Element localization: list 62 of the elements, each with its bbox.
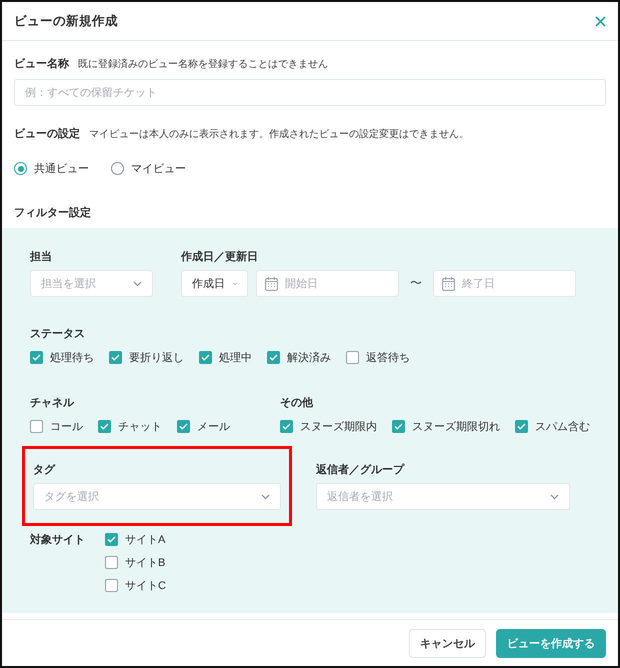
- checkbox[interactable]: [280, 420, 293, 433]
- checkbox[interactable]: [105, 579, 118, 592]
- radio-button[interactable]: [111, 162, 124, 175]
- chevron-down-icon: [133, 280, 142, 286]
- end-date-field[interactable]: 終了日: [433, 270, 576, 297]
- view-name-field[interactable]: 例：すべての保留チケット: [14, 79, 606, 106]
- checkbox-label: 処理待ち: [50, 351, 94, 365]
- radio-label: マイビュー: [131, 162, 186, 176]
- checkbox-label: スヌーズ期限内: [300, 420, 377, 434]
- range-separator: 〜: [410, 275, 422, 292]
- field-label: 担当: [30, 250, 53, 264]
- checkbox[interactable]: [30, 420, 43, 433]
- close-icon[interactable]: [595, 16, 606, 26]
- cancel-button[interactable]: キャンセル: [409, 628, 486, 658]
- checkbox-label: メール: [197, 420, 230, 434]
- field-label: 対象サイト: [30, 532, 85, 548]
- checkbox-label: 要折り返し: [129, 351, 184, 365]
- field-label: ビュー名称: [14, 56, 69, 71]
- chevron-down-icon: [261, 494, 270, 500]
- checkbox-label: チャット: [118, 420, 162, 434]
- chevron-down-icon: [550, 494, 559, 500]
- section-title: フィルター設定: [14, 206, 92, 220]
- checkbox-label: スパム含む: [535, 420, 590, 434]
- create-button[interactable]: ビューを作成する: [496, 628, 606, 658]
- field-label: ステータス: [30, 327, 86, 341]
- assignee-select[interactable]: 担当を選択: [30, 270, 153, 297]
- checkbox-label: コール: [50, 420, 83, 434]
- field-label: その他: [280, 396, 314, 410]
- field-label: 作成日／更新日: [181, 250, 259, 264]
- field-label: チャネル: [30, 396, 75, 410]
- checkbox[interactable]: [30, 351, 43, 364]
- field-label: タグ: [33, 463, 56, 477]
- checkbox[interactable]: [105, 533, 118, 546]
- checkbox[interactable]: [109, 351, 122, 364]
- radio-label: 共通ビュー: [34, 162, 89, 176]
- checkbox-label: 解決済み: [287, 350, 331, 365]
- checkbox[interactable]: [392, 420, 405, 433]
- field-note: マイビューは本人のみに表示されます。作成されたビューの設定変更はできません。: [89, 128, 469, 141]
- checkbox[interactable]: [105, 556, 118, 569]
- calendar-icon: [442, 276, 455, 290]
- tag-select[interactable]: タグを選択: [33, 483, 281, 510]
- calendar-icon: [265, 276, 278, 290]
- checkbox[interactable]: [199, 351, 212, 364]
- checkbox-label: サイトA: [125, 533, 166, 547]
- checkbox[interactable]: [98, 420, 111, 433]
- dialog-title: ビューの新規作成: [14, 12, 118, 30]
- checkbox[interactable]: [267, 351, 280, 364]
- checkbox-label: 返答待ち: [366, 351, 410, 365]
- date-type-select[interactable]: 作成日: [181, 270, 248, 297]
- checkbox-label: サイトB: [125, 556, 166, 570]
- checkbox[interactable]: [346, 351, 359, 364]
- field-note: 既に登録済みのビュー名称を登録することはできません: [78, 58, 328, 71]
- responder-select[interactable]: 返信者を選択: [316, 483, 570, 510]
- checkbox[interactable]: [515, 420, 528, 433]
- checkbox-label: スヌーズ期限切れ: [412, 420, 500, 434]
- start-date-field[interactable]: 開始日: [256, 270, 399, 297]
- radio-button[interactable]: [14, 162, 27, 175]
- checkbox-label: 処理中: [219, 351, 252, 365]
- checkbox-label: サイトC: [125, 579, 166, 593]
- field-label: ビューの設定: [14, 126, 80, 141]
- field-label: 返信者／グループ: [316, 462, 406, 477]
- checkbox[interactable]: [177, 420, 190, 433]
